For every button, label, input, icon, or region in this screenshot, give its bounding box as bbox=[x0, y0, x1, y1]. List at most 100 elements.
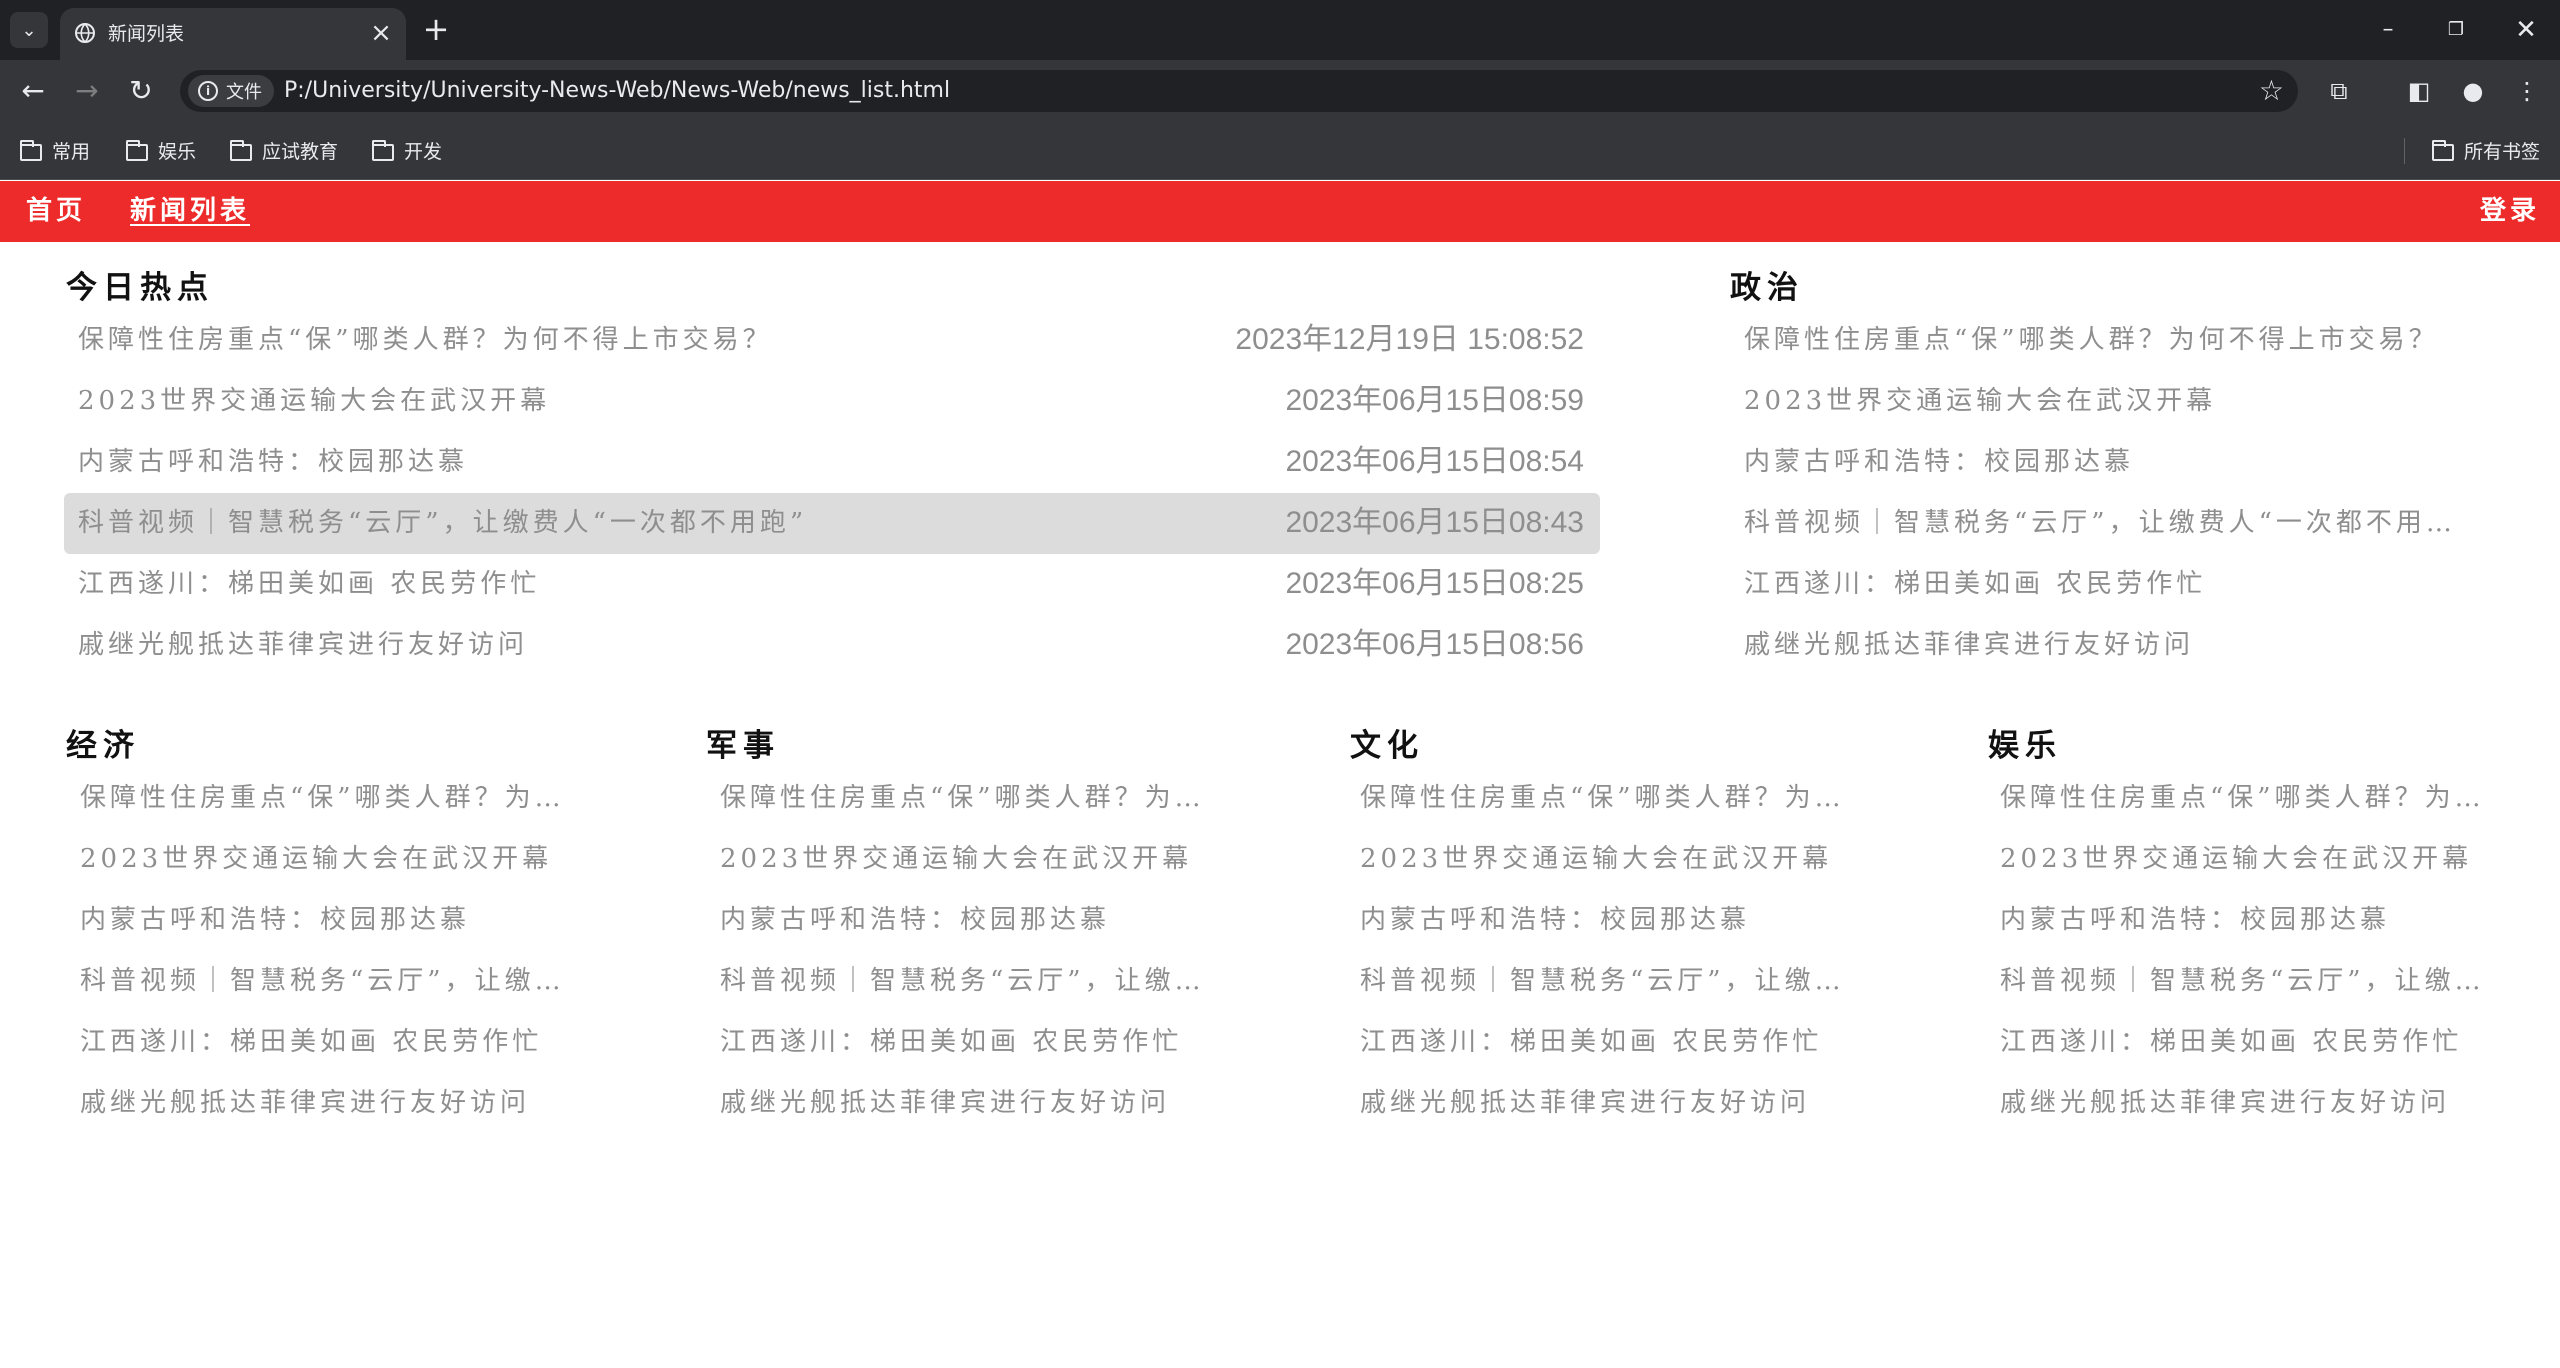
url-text[interactable]: P:/University/University-News-Web/News-W… bbox=[284, 78, 950, 104]
news-title[interactable]: 2023世界交通运输大会在武汉开幕 bbox=[2000, 841, 2472, 877]
window-close-icon[interactable]: ✕ bbox=[2502, 10, 2550, 50]
news-title[interactable]: 科普视频｜智慧税务“云厅”，让缴费人“一次都不用跑” bbox=[1744, 505, 2470, 541]
news-item[interactable]: 江西遂川：梯田美如画 农民劳作忙 2023年06月15日08:25 bbox=[64, 554, 1600, 615]
bookmark-folder[interactable]: 娱乐 bbox=[126, 138, 196, 166]
extensions-icon[interactable]: ⧉ bbox=[2320, 72, 2358, 110]
news-item[interactable]: 江西遂川：梯田美如画 农民劳作忙 bbox=[1730, 554, 2470, 615]
news-item[interactable]: 保障性住房重点“保”哪类人群？为何不得上市交易？ 2023年12月19日 15:… bbox=[64, 310, 1600, 371]
news-title[interactable]: 保障性住房重点“保”哪类人群？为何不得上市交易？ bbox=[78, 322, 773, 358]
site-info-chip[interactable]: i 文件 bbox=[188, 75, 274, 107]
news-item[interactable]: 戚继光舰抵达菲律宾进行友好访问 2023年06月15日08:56 bbox=[64, 615, 1600, 676]
news-title[interactable]: 2023世界交通运输大会在武汉开幕 bbox=[80, 841, 552, 877]
news-title[interactable]: 江西遂川：梯田美如画 农民劳作忙 bbox=[1360, 1024, 1822, 1060]
all-bookmarks-folder[interactable]: 所有书签 bbox=[2432, 138, 2540, 166]
news-title[interactable]: 江西遂川：梯田美如画 农民劳作忙 bbox=[2000, 1024, 2462, 1060]
news-item[interactable]: 戚继光舰抵达菲律宾进行友好访问 bbox=[1346, 1073, 1846, 1134]
news-item[interactable]: 江西遂川：梯田美如画 农民劳作忙 bbox=[66, 1012, 566, 1073]
forward-arrow-icon[interactable]: → bbox=[68, 72, 106, 110]
news-item[interactable]: 戚继光舰抵达菲律宾进行友好访问 bbox=[1986, 1073, 2486, 1134]
news-item[interactable]: 保障性住房重点“保”哪类人群？为何不得上市交易？ bbox=[1986, 768, 2494, 829]
news-title[interactable]: 科普视频｜智慧税务“云厅”，让缴费人“一次都不用跑” bbox=[2000, 963, 2494, 999]
news-item[interactable]: 内蒙古呼和浩特：校园那达慕 bbox=[1986, 890, 2486, 951]
news-item[interactable]: 2023世界交通运输大会在武汉开幕 bbox=[1986, 829, 2486, 890]
news-item[interactable]: 2023世界交通运输大会在武汉开幕 bbox=[1730, 371, 2470, 432]
browser-tab[interactable]: 新闻列表 × bbox=[60, 8, 406, 60]
news-title[interactable]: 2023世界交通运输大会在武汉开幕 bbox=[1360, 841, 1832, 877]
news-item[interactable]: 戚继光舰抵达菲律宾进行友好访问 bbox=[706, 1073, 1206, 1134]
news-item[interactable]: 2023世界交通运输大会在武汉开幕 2023年06月15日08:59 bbox=[64, 371, 1600, 432]
restore-icon[interactable]: ❐ bbox=[2432, 10, 2480, 50]
news-item[interactable]: 江西遂川：梯田美如画 农民劳作忙 bbox=[706, 1012, 1206, 1073]
news-item[interactable]: 科普视频｜智慧税务“云厅”，让缴费人“一次都不用跑” bbox=[1986, 951, 2494, 1012]
bookmark-folder[interactable]: 应试教育 bbox=[230, 138, 338, 166]
news-item-hovered[interactable]: 科普视频｜智慧税务“云厅”，让缴费人“一次都不用跑” 2023年06月15日08… bbox=[64, 493, 1600, 554]
news-title[interactable]: 保障性住房重点“保”哪类人群？为何不得上市交易？ bbox=[720, 780, 1214, 816]
news-item[interactable]: 内蒙古呼和浩特：校园那达慕 bbox=[1346, 890, 1846, 951]
news-title[interactable]: 戚继光舰抵达菲律宾进行友好访问 bbox=[2000, 1085, 2450, 1121]
news-item[interactable]: 科普视频｜智慧税务“云厅”，让缴费人“一次都不用跑” bbox=[66, 951, 574, 1012]
news-item[interactable]: 保障性住房重点“保”哪类人群？为何不得上市交易？ bbox=[706, 768, 1214, 829]
news-title[interactable]: 戚继光舰抵达菲律宾进行友好访问 bbox=[80, 1085, 530, 1121]
bookmark-folder[interactable]: 常用 bbox=[20, 138, 90, 166]
news-item[interactable]: 2023世界交通运输大会在武汉开幕 bbox=[1346, 829, 1846, 890]
news-title[interactable]: 保障性住房重点“保”哪类人群？为何不得上市交易？ bbox=[1360, 780, 1854, 816]
menu-dots-icon[interactable]: ⋮ bbox=[2508, 72, 2546, 110]
news-title[interactable]: 内蒙古呼和浩特：校园那达慕 bbox=[78, 444, 468, 480]
news-title[interactable]: 保障性住房重点“保”哪类人群？为何不得上市交易？ bbox=[2000, 780, 2494, 816]
news-item[interactable]: 戚继光舰抵达菲律宾进行友好访问 bbox=[1730, 615, 2470, 676]
news-title[interactable]: 江西遂川：梯田美如画 农民劳作忙 bbox=[80, 1024, 542, 1060]
news-item[interactable]: 江西遂川：梯田美如画 农民劳作忙 bbox=[1346, 1012, 1846, 1073]
minimize-icon[interactable]: – bbox=[2364, 10, 2412, 50]
news-title[interactable]: 江西遂川：梯田美如画 农民劳作忙 bbox=[78, 566, 540, 602]
news-item[interactable]: 内蒙古呼和浩特：校园那达慕 bbox=[1730, 432, 2470, 493]
news-item[interactable]: 科普视频｜智慧税务“云厅”，让缴费人“一次都不用跑” bbox=[1730, 493, 2470, 554]
news-title[interactable]: 内蒙古呼和浩特：校园那达慕 bbox=[720, 902, 1110, 938]
news-title[interactable]: 科普视频｜智慧税务“云厅”，让缴费人“一次都不用跑” bbox=[720, 963, 1214, 999]
bookmark-folder[interactable]: 开发 bbox=[372, 138, 442, 166]
bookmarks-divider bbox=[2404, 138, 2405, 164]
news-title[interactable]: 科普视频｜智慧税务“云厅”，让缴费人“一次都不用跑” bbox=[1360, 963, 1854, 999]
news-time: 2023年06月15日08:59 bbox=[1285, 384, 1584, 417]
news-title[interactable]: 2023世界交通运输大会在武汉开幕 bbox=[1744, 383, 2216, 419]
news-title[interactable]: 科普视频｜智慧税务“云厅”，让缴费人“一次都不用跑” bbox=[80, 963, 574, 999]
news-title[interactable]: 江西遂川：梯田美如画 农民劳作忙 bbox=[720, 1024, 1182, 1060]
profile-avatar-icon[interactable]: ● bbox=[2454, 72, 2492, 110]
nav-login-link[interactable]: 登录 bbox=[2480, 195, 2540, 227]
tab-search-button[interactable]: ⌄ bbox=[10, 12, 48, 48]
new-tab-icon[interactable]: + bbox=[418, 12, 454, 48]
news-title[interactable]: 内蒙古呼和浩特：校园那达慕 bbox=[80, 902, 470, 938]
news-title[interactable]: 2023世界交通运输大会在武汉开幕 bbox=[78, 383, 550, 419]
back-arrow-icon[interactable]: ← bbox=[14, 72, 52, 110]
news-title[interactable]: 戚继光舰抵达菲律宾进行友好访问 bbox=[1360, 1085, 1810, 1121]
news-item[interactable]: 保障性住房重点“保”哪类人群？为何不得上市交易？ bbox=[1730, 310, 2470, 371]
news-title[interactable]: 保障性住房重点“保”哪类人群？为何不得上市交易？ bbox=[80, 780, 574, 816]
news-item[interactable]: 戚继光舰抵达菲律宾进行友好访问 bbox=[66, 1073, 566, 1134]
address-bar[interactable]: i 文件 P:/University/University-News-Web/N… bbox=[180, 70, 2298, 112]
nav-home-link[interactable]: 首页 bbox=[26, 195, 86, 227]
news-title[interactable]: 内蒙古呼和浩特：校园那达慕 bbox=[1744, 444, 2134, 480]
news-item[interactable]: 保障性住房重点“保”哪类人群？为何不得上市交易？ bbox=[1346, 768, 1854, 829]
reload-icon[interactable]: ↻ bbox=[122, 72, 160, 110]
news-title[interactable]: 保障性住房重点“保”哪类人群？为何不得上市交易？ bbox=[1744, 322, 2439, 358]
news-title[interactable]: 江西遂川：梯田美如画 农民劳作忙 bbox=[1744, 566, 2206, 602]
news-title[interactable]: 内蒙古呼和浩特：校园那达慕 bbox=[2000, 902, 2390, 938]
news-item[interactable]: 科普视频｜智慧税务“云厅”，让缴费人“一次都不用跑” bbox=[1346, 951, 1854, 1012]
news-item[interactable]: 内蒙古呼和浩特：校园那达慕 bbox=[66, 890, 566, 951]
news-item[interactable]: 内蒙古呼和浩特：校园那达慕 2023年06月15日08:54 bbox=[64, 432, 1600, 493]
news-title[interactable]: 内蒙古呼和浩特：校园那达慕 bbox=[1360, 902, 1750, 938]
side-panel-icon[interactable]: ◧ bbox=[2400, 72, 2438, 110]
news-title[interactable]: 2023世界交通运输大会在武汉开幕 bbox=[720, 841, 1192, 877]
close-tab-icon[interactable]: × bbox=[366, 18, 396, 48]
news-item[interactable]: 2023世界交通运输大会在武汉开幕 bbox=[706, 829, 1206, 890]
nav-news-list-link[interactable]: 新闻列表 bbox=[130, 195, 250, 227]
news-item[interactable]: 保障性住房重点“保”哪类人群？为何不得上市交易？ bbox=[66, 768, 574, 829]
news-item[interactable]: 内蒙古呼和浩特：校园那达慕 bbox=[706, 890, 1206, 951]
news-item[interactable]: 科普视频｜智慧税务“云厅”，让缴费人“一次都不用跑” bbox=[706, 951, 1214, 1012]
news-item[interactable]: 江西遂川：梯田美如画 农民劳作忙 bbox=[1986, 1012, 2486, 1073]
news-title[interactable]: 科普视频｜智慧税务“云厅”，让缴费人“一次都不用跑” bbox=[78, 505, 807, 541]
news-title[interactable]: 戚继光舰抵达菲律宾进行友好访问 bbox=[1744, 627, 2194, 663]
news-title[interactable]: 戚继光舰抵达菲律宾进行友好访问 bbox=[720, 1085, 1170, 1121]
bookmark-star-icon[interactable]: ☆ bbox=[2259, 75, 2284, 107]
news-item[interactable]: 2023世界交通运输大会在武汉开幕 bbox=[66, 829, 566, 890]
news-title[interactable]: 戚继光舰抵达菲律宾进行友好访问 bbox=[78, 627, 528, 663]
